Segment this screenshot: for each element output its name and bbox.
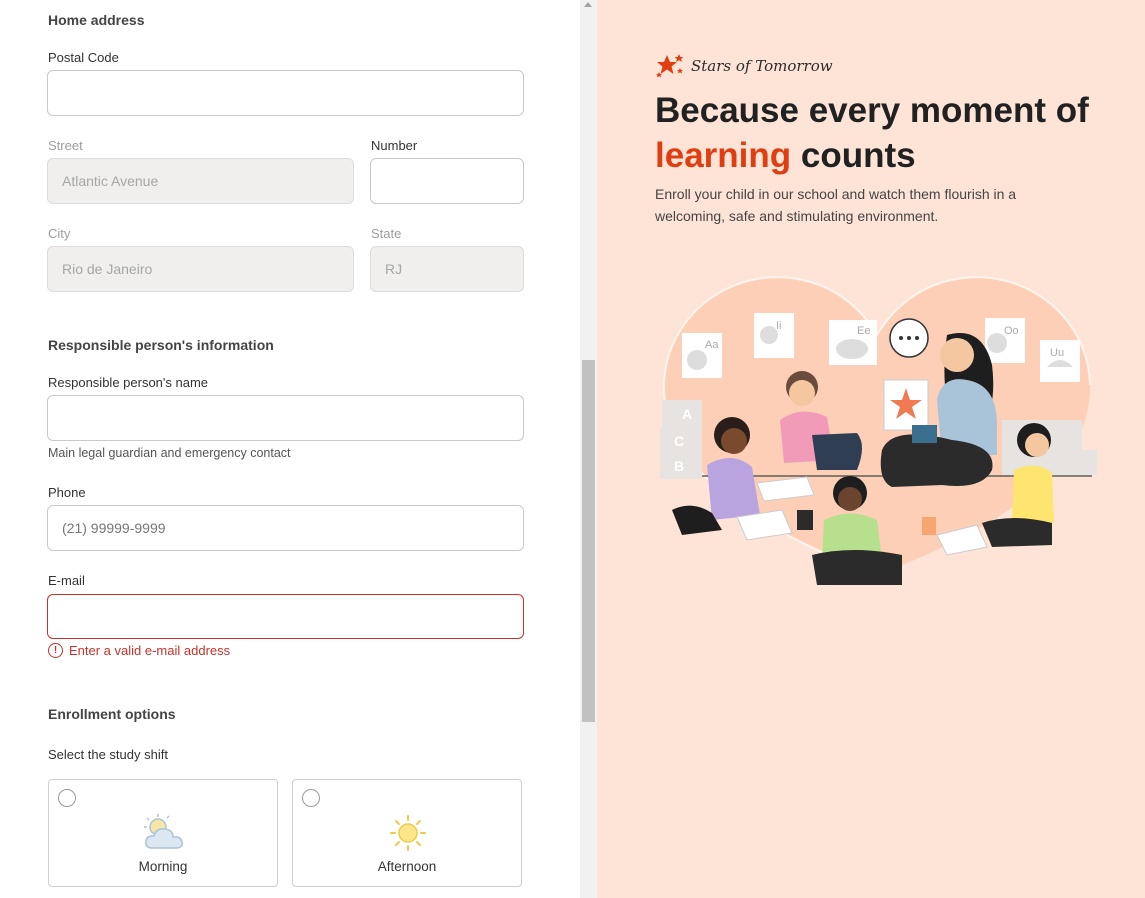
email-label: E-mail [48,573,85,588]
enrollment-form: Home address Postal Code Street Atlantic… [0,0,580,898]
city-label: City [48,226,71,241]
responsible-name-input[interactable] [47,395,524,441]
block-c: C [674,433,684,449]
postal-code-label: Postal Code [48,50,119,65]
form-scrollbar[interactable] [580,0,597,898]
classroom-illustration: A C B Aa Ii Ee Oo Uu [660,276,1097,585]
responsible-name-helper: Main legal guardian and emergency contac… [48,446,291,460]
city-input: Rio de Janeiro [47,246,354,292]
state-label: State [371,226,402,241]
scroll-up-arrow-icon[interactable] [584,2,592,7]
headline-part2: counts [800,136,916,175]
headline-accent: learning [655,136,792,175]
hero-subtitle: Enroll your child in our school and watc… [655,186,1017,224]
postal-code-input[interactable] [47,70,524,116]
sun-icon [390,815,426,851]
scrollbar-thumb[interactable] [582,360,595,722]
cloud-sun-icon [144,814,183,849]
star-logo-icon [656,54,684,78]
card-oo: Oo [1004,325,1019,337]
block-a: A [682,406,692,422]
block-b: B [674,458,684,474]
radio-morning[interactable] [58,789,76,807]
home-address-title: Home address [48,12,145,28]
radio-afternoon[interactable] [302,789,320,807]
shift-card-morning[interactable]: Morning [48,779,278,887]
hero-headline: Because every moment of learning counts [655,88,1135,178]
error-icon: ! [48,643,63,658]
state-input: RJ [370,246,524,292]
shift-prompt: Select the study shift [48,747,168,762]
street-label: Street [48,138,83,153]
enrollment-title: Enrollment options [48,706,176,722]
responsible-title: Responsible person's information [48,337,274,353]
brand-logo: Stars of Tomorrow [655,53,833,79]
number-label: Number [371,138,418,153]
shift-label-afternoon: Afternoon [377,859,437,874]
phone-label: Phone [48,485,86,500]
phone-input[interactable]: (21) 99999-9999 [47,505,524,551]
brand-name: Stars of Tomorrow [691,57,833,75]
shift-card-afternoon[interactable]: Afternoon [292,779,522,887]
street-input: Atlantic Avenue [47,158,354,204]
responsible-name-label: Responsible person's name [48,375,209,390]
card-ii: Ii [776,320,782,332]
card-aa: Aa [705,339,719,351]
number-input[interactable] [370,158,524,204]
headline-part1: Because every moment of [655,91,1089,130]
email-error-text: Enter a valid e-mail address [69,643,231,658]
card-uu: Uu [1050,347,1064,359]
shift-label-morning: Morning [138,859,188,874]
email-error: ! Enter a valid e-mail address [48,643,230,658]
hero-panel: Stars of Tomorrow Because every moment o… [597,0,1145,898]
card-ee: Ee [857,325,870,337]
email-input[interactable] [47,594,524,639]
